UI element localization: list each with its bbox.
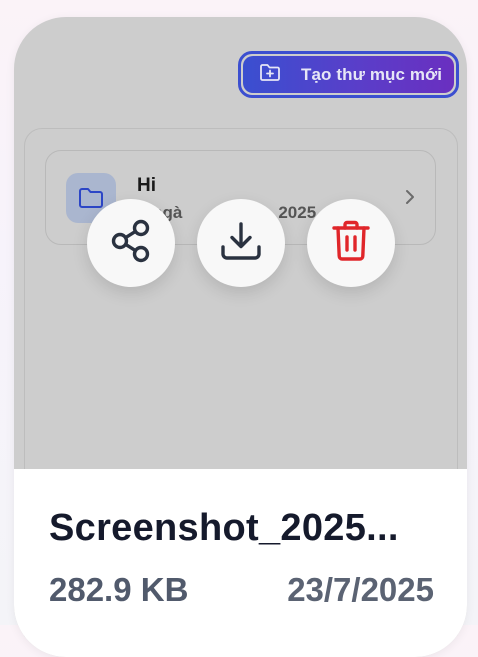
share-button[interactable] [87,199,175,287]
create-folder-label: Tạo thư mục mới [301,64,443,84]
create-folder-button[interactable]: Tạo thư mục mới [238,51,459,98]
file-size: 282.9 KB [49,571,189,608]
create-folder-button-body[interactable]: Tạo thư mục mới [243,56,454,93]
delete-button[interactable] [307,199,395,287]
download-button[interactable] [197,199,285,287]
file-info-panel: Screenshot_2025... 282.9 KB 23/7/2025 [14,469,467,657]
download-icon [220,221,262,266]
folder-date-end: 2025 [278,203,317,222]
chevron-right-icon [405,189,415,210]
trash-icon [332,220,370,267]
folder-name: Hi [137,175,156,196]
folder-plus-icon [259,62,281,87]
file-date: 23/7/2025 [287,571,434,608]
share-icon [110,219,152,268]
file-preview-card: Tạo thư mục mới Hi o ngà2025 [14,17,467,657]
file-name: Screenshot_2025... [49,507,399,549]
